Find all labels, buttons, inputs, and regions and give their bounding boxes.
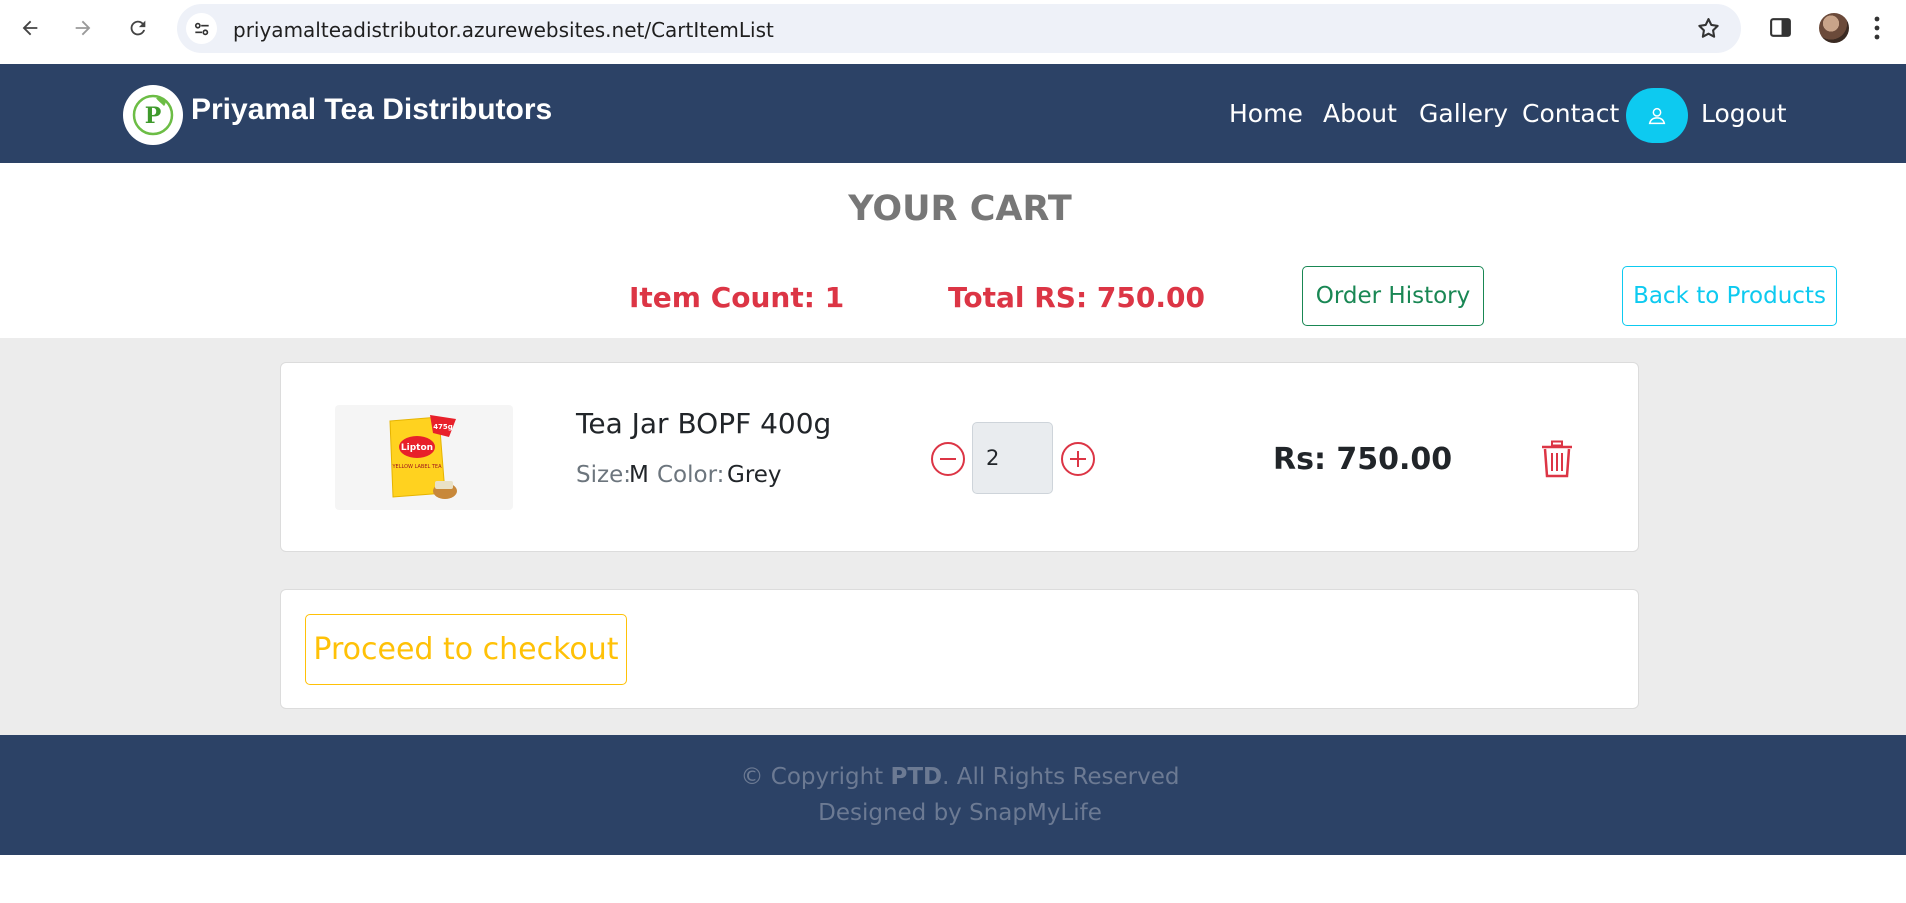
brand-name[interactable]: Priyamal Tea Distributors bbox=[191, 93, 552, 127]
trash-icon bbox=[1542, 440, 1572, 478]
page-title: YOUR CART bbox=[848, 189, 1072, 229]
svg-text:Lipton: Lipton bbox=[401, 443, 433, 453]
profile-avatar[interactable] bbox=[1819, 13, 1849, 43]
back-arrow-icon[interactable] bbox=[14, 12, 46, 44]
user-icon bbox=[1648, 107, 1666, 124]
proceed-to-checkout-button[interactable]: Proceed to checkout bbox=[305, 614, 627, 685]
svg-text:475g: 475g bbox=[433, 423, 453, 431]
product-name[interactable]: Tea Jar BOPF 400g bbox=[576, 407, 831, 440]
size-label: Size: bbox=[576, 462, 631, 488]
more-menu-icon[interactable] bbox=[1872, 15, 1882, 46]
browser-toolbar: priyamalteadistributor.azurewebsites.net… bbox=[0, 0, 1906, 64]
back-to-products-button[interactable]: Back to Products bbox=[1622, 266, 1837, 326]
order-history-button[interactable]: Order History bbox=[1302, 266, 1484, 326]
quantity-input[interactable] bbox=[972, 422, 1053, 494]
nav-logout[interactable]: Logout bbox=[1701, 99, 1787, 128]
site-settings-icon[interactable] bbox=[186, 13, 217, 44]
nav-gallery[interactable]: Gallery bbox=[1419, 99, 1508, 128]
svg-text:P: P bbox=[145, 103, 162, 129]
item-count: Item Count: 1 bbox=[629, 281, 845, 314]
address-bar[interactable]: priyamalteadistributor.azurewebsites.net… bbox=[177, 4, 1741, 53]
decrease-quantity-button[interactable] bbox=[930, 441, 966, 477]
nav-home[interactable]: Home bbox=[1229, 99, 1303, 128]
url-text[interactable]: priyamalteadistributor.azurewebsites.net… bbox=[233, 18, 774, 42]
reload-icon[interactable] bbox=[122, 12, 154, 44]
nav-about[interactable]: About bbox=[1323, 99, 1397, 128]
item-price: Rs: 750.00 bbox=[1273, 442, 1453, 477]
user-account-button[interactable] bbox=[1626, 88, 1688, 143]
site-footer bbox=[0, 735, 1906, 855]
forward-arrow-icon[interactable] bbox=[67, 12, 99, 44]
svg-text:YELLOW LABEL TEA: YELLOW LABEL TEA bbox=[392, 464, 443, 470]
cart-total: Total RS: 750.00 bbox=[948, 281, 1205, 314]
brand-logo[interactable]: P bbox=[123, 85, 183, 145]
bookmark-star-icon[interactable] bbox=[1696, 16, 1721, 46]
leaf-p-logo-icon: P bbox=[132, 94, 174, 136]
product-image: 475g Lipton YELLOW LABEL TEA bbox=[335, 405, 513, 510]
size-value: M bbox=[629, 462, 649, 488]
side-panel-icon[interactable] bbox=[1768, 15, 1793, 45]
nav-contact[interactable]: Contact bbox=[1522, 99, 1619, 128]
designed-by-text: Designed by SnapMyLife bbox=[818, 800, 1102, 826]
plus-circle-icon bbox=[1061, 442, 1095, 476]
remove-item-button[interactable] bbox=[1540, 440, 1574, 478]
color-value: Grey bbox=[727, 462, 782, 488]
color-label: Color: bbox=[657, 462, 725, 488]
increase-quantity-button[interactable] bbox=[1060, 441, 1096, 477]
minus-circle-icon bbox=[931, 442, 965, 476]
copyright-text: © Copyright PTD. All Rights Reserved bbox=[740, 764, 1180, 790]
